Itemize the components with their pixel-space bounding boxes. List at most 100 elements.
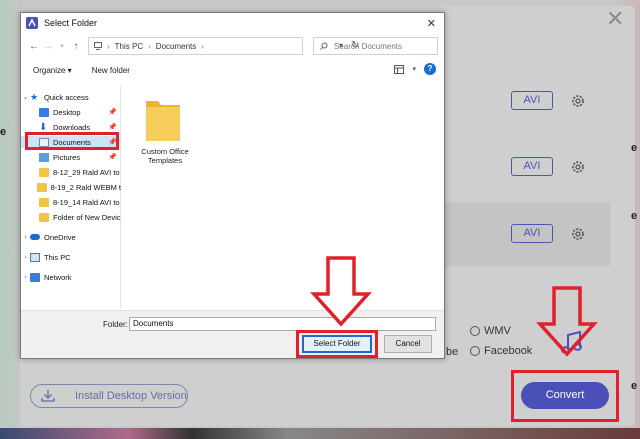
tree-item-this-pc[interactable]: › This PC [21, 251, 121, 263]
format-button[interactable]: AVI [511, 91, 553, 110]
edge-fragment: e [631, 142, 638, 154]
edge-fragment: e [631, 380, 638, 392]
tree-label: Quick access [44, 92, 89, 102]
back-arrow-icon[interactable]: ← [27, 41, 41, 52]
download-icon: ⬇ [39, 121, 48, 133]
collapse-chevron-icon[interactable]: ⌄ [21, 93, 30, 101]
tree-item-folder[interactable]: 8-19_2 Rald WEBM t [21, 181, 121, 193]
tree-label: OneDrive [44, 232, 76, 242]
arrow-down-icon [536, 286, 598, 357]
up-arrow-icon[interactable]: ↑ [69, 41, 83, 52]
search-icon [320, 42, 328, 50]
tree-label: Pictures [53, 152, 81, 162]
pictures-icon [39, 152, 49, 162]
search-placeholder: Search Documents [334, 41, 403, 51]
edge-fragment: e [631, 210, 638, 222]
pc-icon [94, 42, 102, 50]
panel-close-icon[interactable]: ✕ [606, 8, 624, 30]
folder-icon [39, 167, 49, 177]
tree-label: Network [44, 272, 72, 282]
install-desktop-button[interactable]: Install Desktop Version [30, 384, 188, 408]
radio-icon [470, 326, 480, 336]
edge-fragment: e [0, 126, 7, 138]
background-image-strip [0, 428, 640, 439]
navigation-bar: ← → ▾ ↑ › This PC › Documents › ▾ ↻ Sear… [21, 37, 444, 55]
truncated-label: be [446, 346, 459, 358]
address-bar[interactable]: › This PC › Documents › ▾ ↻ [88, 37, 359, 55]
folder-icon [37, 182, 47, 192]
convert-button[interactable]: Convert [521, 382, 609, 409]
network-icon [30, 272, 40, 282]
pin-icon: 📌 [108, 109, 117, 116]
radio-label: Facebook [484, 345, 533, 357]
folder-icon [39, 197, 49, 207]
settings-gear-icon[interactable] [570, 226, 586, 242]
recent-dropdown-icon[interactable]: ▾ [55, 42, 69, 50]
view-dropdown-icon[interactable]: ▾ [412, 65, 416, 73]
star-icon: ★ [30, 91, 39, 102]
tree-item-folder[interactable]: Folder of New Devic [21, 211, 121, 223]
dialog-footer: Folder: Documents [21, 310, 444, 358]
arrow-down-icon [310, 256, 372, 327]
breadcrumb-separator: › [201, 41, 204, 51]
radio-wmv[interactable]: WMV [470, 325, 511, 337]
tree-label: 8-19_2 Rald WEBM t [50, 182, 121, 192]
dialog-title: Select Folder [44, 18, 98, 28]
settings-gear-icon[interactable] [570, 93, 586, 109]
radio-label: WMV [484, 325, 511, 337]
select-folder-button[interactable]: Select Folder [302, 335, 372, 353]
new-folder-button[interactable]: New folder [92, 66, 130, 75]
expand-chevron-icon[interactable]: › [21, 234, 30, 241]
expand-chevron-icon[interactable]: › [21, 274, 30, 281]
format-button[interactable]: AVI [511, 224, 553, 243]
select-folder-dialog: Select Folder ✕ ← → ▾ ↑ › This PC › Docu… [20, 12, 445, 359]
help-icon[interactable]: ? [424, 63, 436, 75]
tree-item-quick-access[interactable]: ⌄ ★ Quick access [21, 91, 121, 103]
breadcrumb-separator: › [107, 41, 110, 51]
tree-label: Downloads [53, 122, 91, 132]
dialog-close-icon[interactable]: ✕ [427, 17, 436, 30]
folder-name: Custom Office Templates [141, 147, 189, 165]
breadcrumb-item[interactable]: Documents [156, 42, 196, 51]
download-icon [41, 390, 55, 402]
tree-item-desktop[interactable]: Desktop 📌 [21, 106, 121, 118]
tree-item-onedrive[interactable]: › OneDrive [21, 231, 121, 243]
tree-item-folder[interactable]: 8-12_29 Rald AVI to [21, 166, 121, 178]
pin-icon: 📌 [108, 154, 117, 161]
tree-label: 8-19_14 Rald AVI to [53, 197, 120, 207]
radio-facebook[interactable]: Facebook [470, 345, 532, 357]
install-label: Install Desktop Version [75, 390, 187, 402]
tree-item-folder[interactable]: 8-19_14 Rald AVI to [21, 196, 121, 208]
desktop-icon [39, 107, 49, 117]
dialog-toolbar: Organize ▾ New folder ▾ ? [21, 61, 444, 79]
breadcrumb-item[interactable]: This PC [115, 42, 143, 51]
tree-label: 8-12_29 Rald AVI to [53, 167, 120, 177]
pin-icon: 📌 [108, 124, 117, 131]
tree-label: This PC [44, 252, 71, 262]
pc-icon [30, 252, 40, 262]
app-logo-icon [26, 17, 38, 29]
folder-field-label: Folder: [103, 320, 128, 329]
dialog-titlebar: Select Folder ✕ [21, 13, 444, 33]
folder-icon [146, 101, 180, 141]
documents-highlight-box [25, 132, 119, 150]
cancel-button[interactable]: Cancel [384, 335, 432, 353]
forward-arrow-icon[interactable]: → [41, 41, 55, 52]
breadcrumb-separator: › [148, 41, 151, 51]
tree-label: Folder of New Devic [53, 212, 121, 222]
search-box[interactable]: Search Documents [313, 37, 438, 55]
navigation-pane: ⌄ ★ Quick access Desktop 📌 ⬇ Downloads 📌… [21, 85, 121, 310]
folder-icon [39, 212, 49, 222]
folder-input[interactable]: Documents [129, 317, 436, 331]
expand-chevron-icon[interactable]: › [21, 254, 30, 261]
tree-item-pictures[interactable]: Pictures 📌 [21, 151, 121, 163]
folder-content-pane: Custom Office Templates [122, 85, 444, 310]
tree-label: Desktop [53, 107, 81, 117]
toolbar-right: ▾ ? [394, 63, 436, 75]
cloud-icon [30, 234, 40, 240]
format-button[interactable]: AVI [511, 157, 553, 176]
view-options-icon[interactable] [394, 64, 405, 74]
settings-gear-icon[interactable] [570, 159, 586, 175]
organize-button[interactable]: Organize ▾ [33, 66, 72, 75]
tree-item-network[interactable]: › Network [21, 271, 121, 283]
